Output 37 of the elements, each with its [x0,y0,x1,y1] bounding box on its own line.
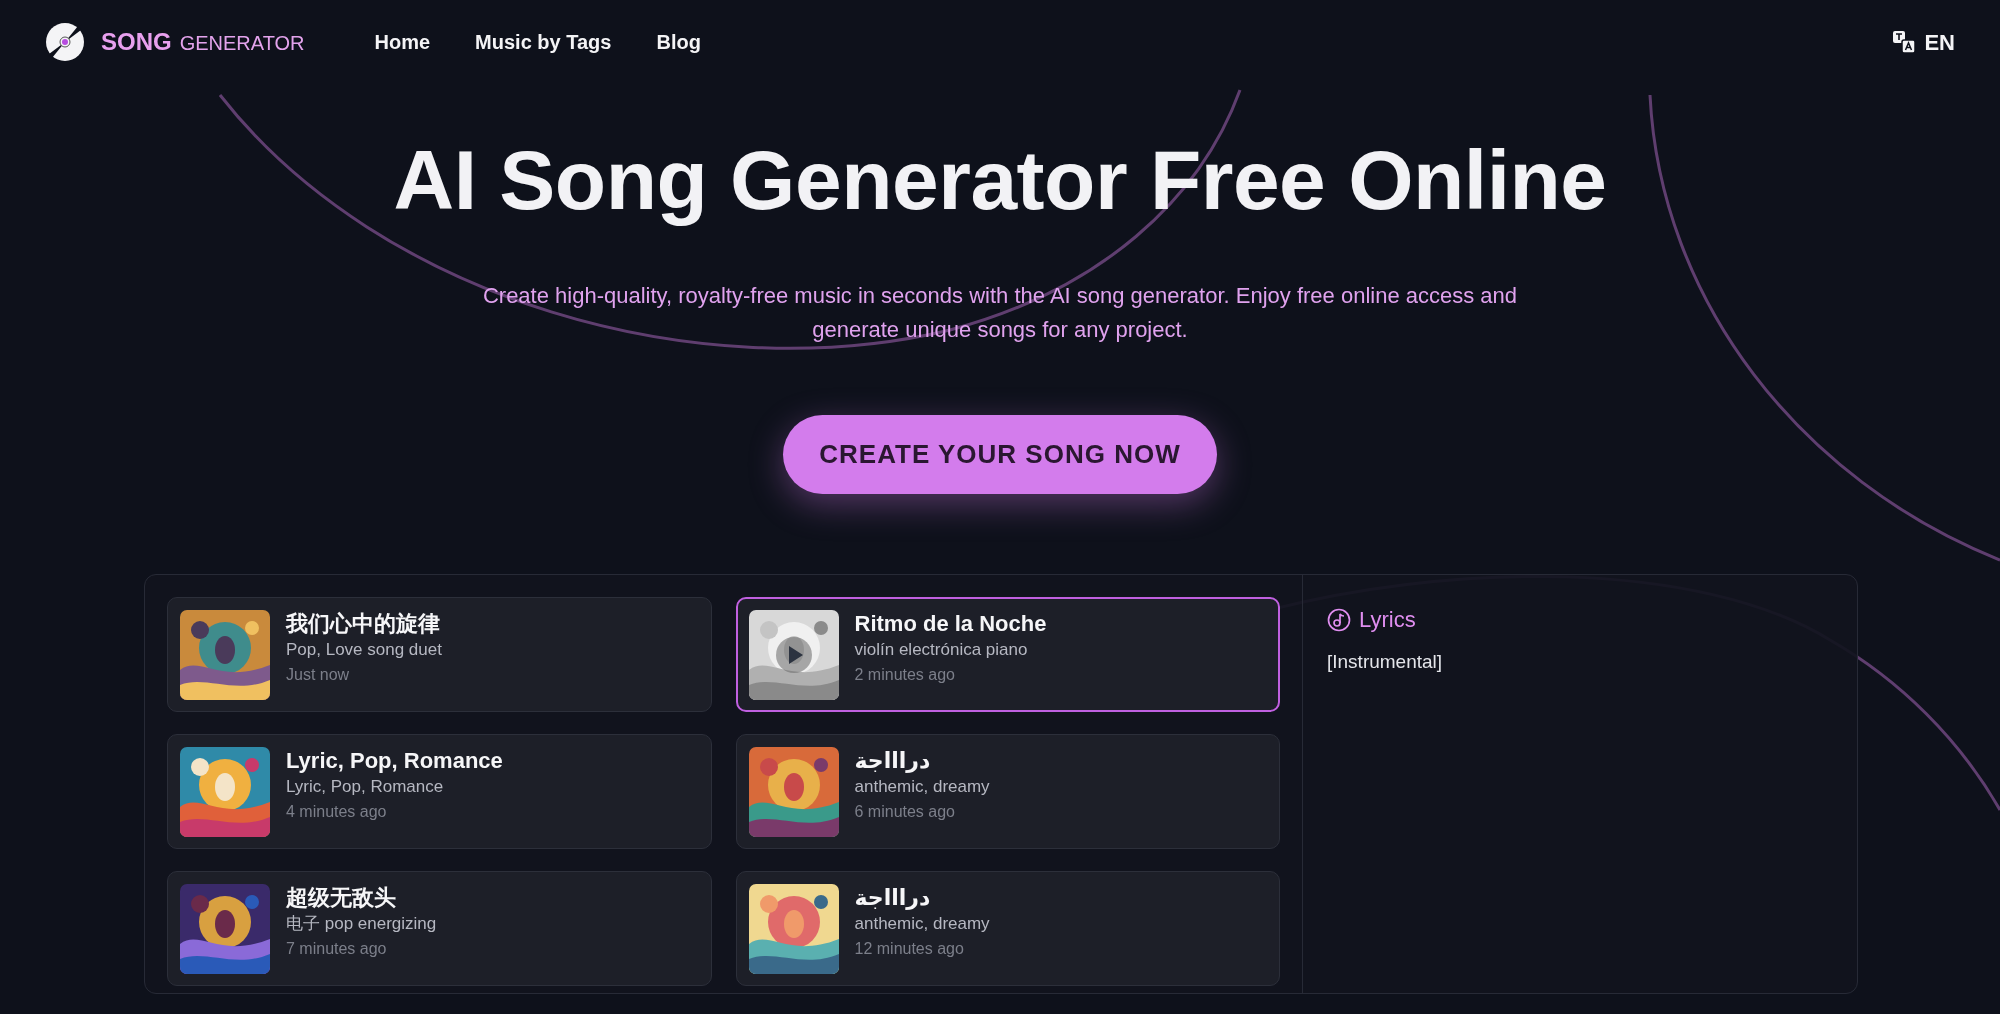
hero-title: AI Song Generator Free Online [392,132,1608,229]
song-tags: anthemic, dreamy [854,775,990,800]
nav-link[interactable]: Music by Tags [475,27,612,57]
song-tags: violín electrónica piano [854,638,1047,663]
song-card[interactable]: 超级无敌头 电子 pop energizing 7 minutes ago [167,871,712,987]
song-title: دراااجة [854,747,932,776]
song-tags: anthemic, dreamy [854,912,990,937]
nav-link[interactable]: Blog [656,27,701,57]
song-tags: Lyric, Pop, Romance [286,775,503,800]
song-card[interactable]: Lyric, Pop, Romance Lyric, Pop, Romance 4 minutes ago [167,734,712,850]
hero-subtitle: Create high-quality, royalty-free music in seconds with the AI song generator. Enjoy free online access and generate unique songs for any project. [481,282,1519,345]
song-time: 7 minutes ago [286,939,388,960]
translate-icon[interactable] [1892,30,1917,54]
vinyl-disc-logo-icon[interactable] [45,22,85,62]
language-selector[interactable]: EN [1924,25,1955,59]
song-title: Ritmo de la Noche [854,610,1047,639]
song-card[interactable]: 我们心中的旋律 Pop, Love song duet Just now [167,597,712,713]
lyrics-heading: Lyrics [1359,606,1416,635]
song-title: 超级无敌头 [286,884,397,913]
nav-link[interactable]: Home [374,27,431,57]
brand-name[interactable]: SONG [101,24,172,60]
song-time: 2 minutes ago [854,665,956,686]
music-note-icon [1327,607,1351,632]
song-title: 我们心中的旋律 [286,610,441,639]
song-time: 4 minutes ago [286,802,388,823]
song-time: Just now [286,665,351,686]
song-tags: Pop, Love song duet [286,638,442,663]
play-icon[interactable] [775,637,812,674]
song-time: 12 minutes ago [854,939,965,960]
song-time: 6 minutes ago [854,802,956,823]
create-song-button[interactable]: CREATE YOUR SONG NOW [783,415,1217,495]
song-tags: 电子 pop energizing [286,912,437,937]
song-title: Lyric, Pop, Romance [286,747,503,776]
brand-subtitle[interactable]: GENERATOR [179,28,305,58]
song-title: دراااجة [854,884,932,913]
lyrics-text: [Instrumental] [1327,650,1444,675]
song-card[interactable]: Ritmo de la Noche violín electrónica piano 2 minutes ago [735,597,1280,713]
